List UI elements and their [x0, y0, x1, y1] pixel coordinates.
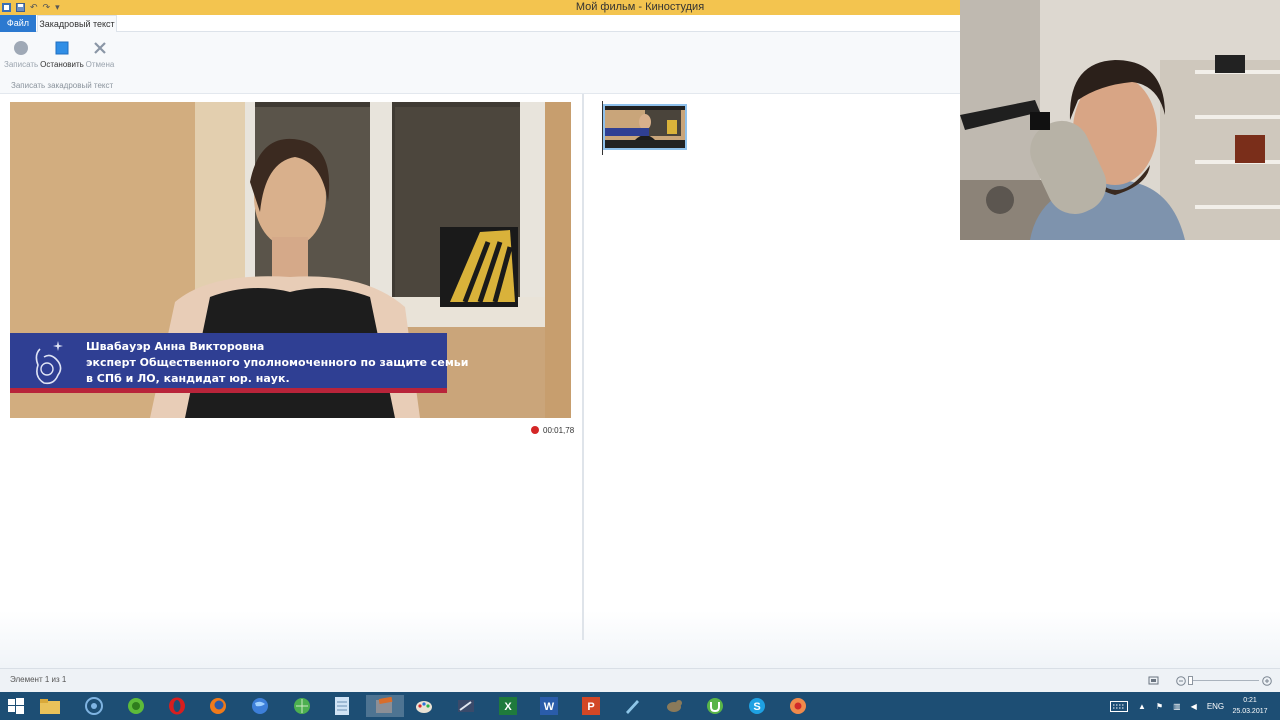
taskbar-movie-maker[interactable] [366, 695, 404, 717]
taskbar-tools[interactable] [450, 695, 482, 717]
panel-splitter[interactable] [582, 94, 584, 640]
taskbar-excel[interactable]: X [492, 695, 524, 717]
svg-text:S: S [753, 701, 760, 713]
svg-text:X: X [504, 701, 512, 713]
svg-text:W: W [544, 701, 555, 713]
taskbar-word[interactable]: W [533, 695, 565, 717]
taskbar-skype[interactable]: S [741, 695, 773, 717]
thumbnail-size-icon[interactable] [1148, 675, 1160, 687]
taskbar-paint[interactable] [408, 695, 440, 717]
utorrent-icon [707, 698, 723, 714]
taskbar-utorrent[interactable] [699, 695, 731, 717]
caption-title-line3: в СПб и ЛО, кандидат юр. наук. [86, 372, 290, 385]
taskbar: X W P S ▲ ⚑ ▥ ◀ ENG 0:21 25.03.2017 [0, 692, 1280, 720]
green-app-icon [128, 698, 144, 714]
tray-expand-icon[interactable]: ▲ [1138, 702, 1146, 711]
caption-banner: Швабауэр Анна Викторовна эксперт Обществ… [10, 333, 468, 393]
taskbar-media[interactable] [78, 695, 110, 717]
start-button[interactable] [0, 695, 32, 717]
media-icon [85, 697, 103, 715]
element-count: Элемент 1 из 1 [10, 675, 67, 684]
skype-icon: S [749, 698, 765, 714]
tab-file[interactable]: Файл [0, 15, 36, 32]
svg-text:P: P [587, 701, 594, 713]
webcam-overlay [960, 0, 1280, 240]
clock[interactable]: 0:21 25.03.2017 [1226, 695, 1274, 717]
opera-icon [169, 697, 185, 715]
storyboard-clip[interactable] [603, 104, 687, 150]
paint-icon [416, 701, 432, 713]
close-icon [94, 42, 106, 54]
word-icon: W [540, 697, 558, 715]
record-label: Записать [4, 60, 39, 69]
stop-button[interactable]: Остановить [40, 36, 84, 69]
taskbar-globe[interactable] [244, 695, 276, 717]
animal-app-icon [667, 700, 682, 712]
browser-icon [294, 698, 310, 714]
pen-icon [626, 700, 639, 714]
excel-icon: X [499, 697, 517, 715]
flag-icon[interactable]: ⚑ [1156, 702, 1163, 711]
clock-time: 0:21 [1243, 697, 1257, 704]
recorder-icon [790, 698, 806, 714]
taskbar-animal-app[interactable] [658, 695, 690, 717]
zoom-slider-track[interactable] [1189, 680, 1259, 681]
firefox-icon [210, 698, 226, 714]
record-icon [14, 41, 28, 55]
globe-icon [252, 698, 268, 714]
taskbar-powerpoint[interactable]: P [575, 695, 607, 717]
start-icon [8, 698, 24, 714]
taskbar-notepad[interactable] [326, 695, 358, 717]
volume-icon[interactable]: ◀ [1191, 702, 1197, 711]
taskbar-recorder[interactable] [782, 695, 814, 717]
zoom-in-icon[interactable] [1262, 676, 1272, 686]
taskbar-browser[interactable] [286, 695, 318, 717]
taskbar-explorer[interactable] [34, 695, 66, 717]
notepad-icon [335, 697, 349, 715]
caption-title-line2: эксперт Общественного уполномоченного по… [86, 356, 469, 369]
movie-maker-icon [376, 697, 393, 713]
taskbar-pen[interactable] [616, 695, 648, 717]
file-explorer-icon [40, 699, 60, 714]
powerpoint-icon: P [582, 697, 600, 715]
cancel-button[interactable]: Отмена [84, 36, 116, 69]
recording-time: 00:01,78 [543, 426, 575, 435]
caption-name: Швабауэр Анна Викторовна [86, 340, 265, 353]
ribbon-group-label: Записать закадровый текст [11, 81, 114, 90]
status-bar: Элемент 1 из 1 [0, 668, 1280, 692]
stop-label: Остановить [40, 60, 84, 69]
family-logo-icon [35, 341, 63, 385]
video-preview[interactable]: Швабауэр Анна Викторовна эксперт Обществ… [10, 102, 571, 418]
clip-thumbnail [605, 106, 685, 148]
zoom-control [1148, 674, 1273, 688]
webcam-feed [960, 0, 1280, 240]
network-icon[interactable]: ▥ [1173, 702, 1181, 711]
system-tray: ▲ ⚑ ▥ ◀ ENG [1110, 692, 1224, 720]
language-indicator[interactable]: ENG [1207, 702, 1224, 711]
taskbar-firefox[interactable] [202, 695, 234, 717]
cancel-label: Отмена [85, 60, 115, 69]
tab-narration[interactable]: Закадровый текст [37, 15, 117, 32]
taskbar-opera[interactable] [161, 695, 193, 717]
taskbar-green-app[interactable] [120, 695, 152, 717]
tools-icon [458, 700, 474, 712]
clock-date: 25.03.2017 [1232, 708, 1268, 715]
zoom-out-icon[interactable] [1176, 676, 1186, 686]
recording-indicator-icon [531, 426, 539, 434]
record-button[interactable]: Записать [4, 36, 38, 69]
zoom-slider-thumb[interactable] [1188, 676, 1193, 685]
stop-icon [55, 41, 69, 55]
keyboard-icon[interactable] [1110, 700, 1128, 712]
